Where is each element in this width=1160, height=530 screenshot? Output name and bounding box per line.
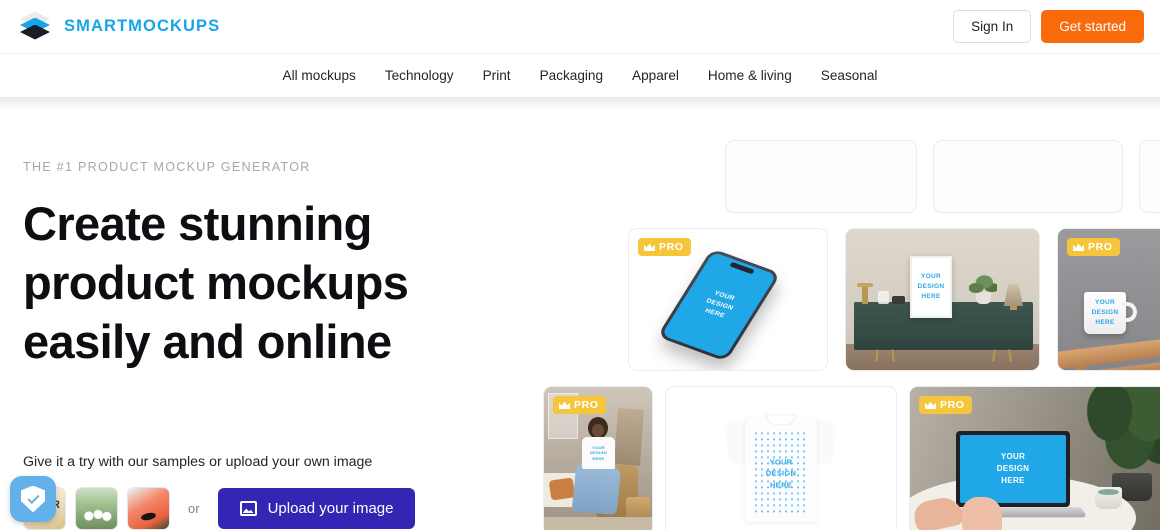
or-separator: or [188,501,200,516]
decor-box [892,296,905,304]
pro-badge-label: PRO [940,399,965,411]
laptop-bezel: YOUR DESIGN HERE [956,431,1070,507]
mug-mockup: YOUR DESIGN HERE [1084,292,1137,334]
hand-right [962,497,1002,530]
nav-item-home-living[interactable]: Home & living [708,68,792,83]
plant-leaves [969,274,997,294]
nav-item-packaging[interactable]: Packaging [540,68,603,83]
pro-badge: PRO [553,396,606,414]
tshirt-mockup: YOUR DESIGN HERE [582,437,615,469]
mockup-card-placeholder[interactable] [725,140,917,213]
hero-eyebrow: THE #1 PRODUCT MOCKUP GENERATOR [23,160,311,174]
sign-in-button[interactable]: Sign In [953,10,1032,43]
design-placeholder-text: YOUR DESIGN HERE [917,273,945,300]
upload-button-label: Upload your image [267,500,394,517]
nav-item-all-mockups[interactable]: All mockups [283,68,356,83]
pillow [548,477,576,501]
nav-item-seasonal[interactable]: Seasonal [821,68,878,83]
crown-icon [559,401,570,409]
get-started-button[interactable]: Get started [1041,10,1144,43]
nav-item-apparel[interactable]: Apparel [632,68,679,83]
design-placeholder-text: YOUR DESIGN HERE [996,452,1030,485]
nav-item-print[interactable]: Print [483,68,511,83]
crown-icon [644,243,655,251]
brand-name: SMARTMOCKUPS [64,17,221,35]
mockup-card-phone[interactable]: PRO YOUR DESIGN HERE [628,228,828,371]
mockup-card-placeholder[interactable] [933,140,1123,213]
person-face [592,424,604,437]
tshirt-mockup: YOUR DESIGN HERE [724,404,838,523]
mockup-card-person[interactable]: YOUR DESIGN HERE PRO [543,386,653,530]
crown-icon [925,401,936,409]
design-placeholder-text: YOUR DESIGN HERE [589,444,608,461]
mockup-card-tshirt[interactable]: YOUR DESIGN HERE [665,386,897,530]
poster-frame: YOUR DESIGN HERE [910,256,952,318]
sample-thumbnail-2[interactable] [75,487,118,530]
page-root: SMARTMOCKUPS Sign In Get started All moc… [0,0,1160,530]
pro-badge: PRO [919,396,972,414]
brand-logo[interactable]: SMARTMOCKUPS [18,11,220,43]
stacked-layers-icon [18,11,52,43]
decor-vase [878,291,889,304]
laptop-mockup: YOUR DESIGN HERE [940,431,1088,518]
sample-thumbnail-3[interactable] [127,487,170,530]
phone-screen: YOUR DESIGN HERE [661,251,777,359]
laptop-screen: YOUR DESIGN HERE [960,435,1066,503]
person-legs [571,462,622,516]
decor-candlestick [857,283,873,304]
hero-section: THE #1 PRODUCT MOCKUP GENERATOR Create s… [23,160,493,371]
crown-icon [1073,243,1084,251]
top-bar: SMARTMOCKUPS Sign In Get started [0,0,1160,54]
pro-badge: PRO [638,238,691,256]
mockup-card-poster[interactable]: YOUR DESIGN HERE [845,228,1040,371]
category-nav: All mockups Technology Print Packaging A… [0,54,1160,97]
pro-badge-label: PRO [574,399,599,411]
page-title: Create stunning product mockups easily a… [23,194,493,371]
pro-badge: PRO [1067,238,1120,256]
headline-line-1: Create stunning [23,197,372,250]
leaning-board [614,408,644,466]
mockup-card-placeholder[interactable] [1139,140,1160,213]
nav-shadow [0,97,1160,111]
headline-line-2: product mockups [23,256,409,309]
headline-line-3: easily and online [23,315,392,368]
mockup-card-mug[interactable]: PRO YOUR DESIGN HERE [1057,228,1160,371]
nav-item-technology[interactable]: Technology [385,68,454,83]
mockup-gallery: PRO YOUR DESIGN HERE YOUR DESIGN HERE PR… [535,140,1160,530]
mockup-card-laptop[interactable]: YOUR DESIGN HERE PRO [909,386,1160,530]
phone-mockup: YOUR DESIGN HERE [656,248,782,362]
design-area-grid: YOUR DESIGN HERE [753,430,809,517]
design-placeholder-text: YOUR DESIGN HERE [765,457,797,489]
pro-badge-label: PRO [1088,241,1113,253]
top-bar-actions: Sign In Get started [953,10,1144,43]
design-placeholder-text: YOUR DESIGN HERE [703,290,736,320]
design-placeholder-text: YOUR DESIGN HERE [1091,299,1119,326]
pro-badge-label: PRO [659,241,684,253]
coffee-cup [1095,487,1122,509]
rug [544,517,652,530]
shield-check-icon[interactable] [10,476,56,522]
upload-your-image-button[interactable]: Upload your image [217,488,416,529]
image-icon [239,501,257,516]
samples-row: or Upload your image [23,487,416,530]
hero-subtext: Give it a try with our samples or upload… [23,454,373,470]
